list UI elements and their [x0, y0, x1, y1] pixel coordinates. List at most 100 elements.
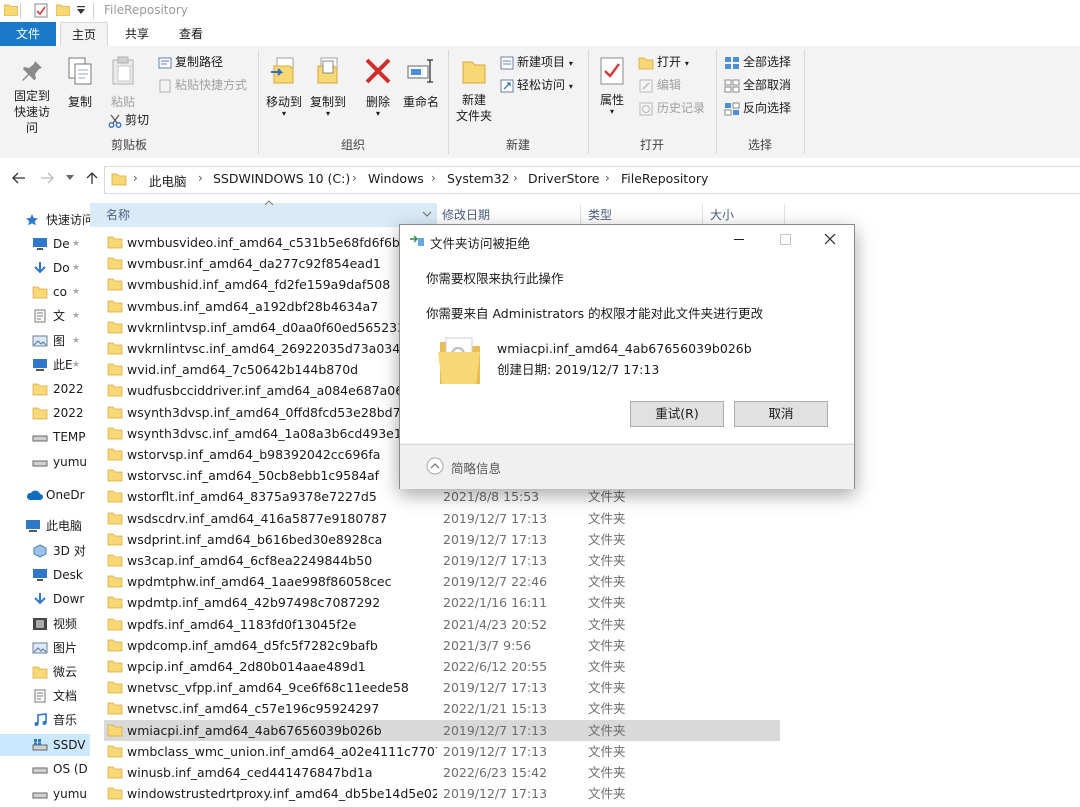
- breadcrumb-system32[interactable]: System32: [447, 171, 510, 186]
- copy-to-button[interactable]: 复制到 ▾: [306, 56, 350, 118]
- retry-button[interactable]: 重试(R): [630, 401, 724, 427]
- file-row[interactable]: windowstrustedrtproxy.inf_amd64_db5be14d…: [104, 783, 780, 804]
- tab-file[interactable]: 文件: [0, 22, 56, 46]
- nav-item[interactable]: De ★: [0, 233, 90, 255]
- column-dropdown-icon[interactable]: [422, 211, 432, 217]
- file-row[interactable]: wpdmtp.inf_amd64_42b97498c7087292 2022/1/…: [104, 592, 780, 613]
- breadcrumb-c-drive[interactable]: SSDWINDOWS 10 (C:): [213, 171, 350, 186]
- file-row[interactable]: wsdscdrv.inf_amd64_416a5877e9180787 2019/…: [104, 508, 780, 529]
- file-row[interactable]: winusb.inf_amd64_ced441476847bd1a 2022/6/…: [104, 762, 780, 783]
- properties-button[interactable]: 属性 ▾: [592, 56, 632, 116]
- column-size[interactable]: 大小: [710, 204, 734, 226]
- select-all-button[interactable]: 全部选择: [724, 52, 791, 72]
- nav-item[interactable]: 此电脑: [0, 515, 90, 537]
- nav-item[interactable]: 快速访问: [0, 210, 90, 231]
- nav-item[interactable]: 音乐: [0, 709, 90, 731]
- breadcrumb-filerepository[interactable]: FileRepository: [621, 171, 708, 186]
- nav-item[interactable]: OS (D: [0, 758, 90, 780]
- nav-item-label: 3D 对: [53, 544, 86, 558]
- folder-icon: [107, 320, 123, 334]
- file-row[interactable]: wmbclass_wmc_union.inf_amd64_a02e4111c77…: [104, 741, 780, 762]
- recent-locations-icon[interactable]: [66, 175, 74, 181]
- move-to-icon: [269, 56, 299, 86]
- column-type[interactable]: 类型: [588, 204, 612, 226]
- nav-item[interactable]: 3D 对: [0, 540, 90, 562]
- nav-item[interactable]: OneDr: [0, 484, 90, 506]
- nav-item[interactable]: 图片: [0, 637, 90, 659]
- nav-item[interactable]: co ★: [0, 281, 90, 303]
- paste-shortcut-button[interactable]: 粘贴快捷方式: [158, 75, 247, 95]
- sort-ascending-icon: [264, 200, 274, 206]
- pin-quick-access-button[interactable]: 固定到快速访问: [4, 58, 60, 136]
- file-row[interactable]: wpdmtphw.inf_amd64_1aae998f86058cec 2019/…: [104, 571, 780, 592]
- pin-icon: ★: [72, 336, 81, 346]
- move-to-button[interactable]: 移动到 ▾: [262, 56, 306, 118]
- breadcrumb-this-pc[interactable]: 此电脑: [149, 171, 187, 190]
- tab-share[interactable]: 共享: [114, 22, 160, 46]
- new-folder-button[interactable]: 新建 文件夹: [452, 56, 496, 124]
- file-row[interactable]: wpcip.inf_amd64_2d80b014aae489d1 2022/6/1…: [104, 656, 780, 677]
- details-toggle[interactable]: 简略信息: [451, 458, 501, 477]
- file-row[interactable]: wpdfs.inf_amd64_1183fd0f13045f2e 2021/4/2…: [104, 614, 780, 635]
- new-folder-quick-icon[interactable]: [56, 4, 70, 16]
- cancel-button[interactable]: 取消: [734, 401, 828, 427]
- edit-button[interactable]: 编辑: [638, 75, 681, 95]
- close-icon[interactable]: [824, 233, 836, 245]
- minimize-icon[interactable]: [734, 239, 744, 240]
- file-row[interactable]: wmiacpi.inf_amd64_4ab67656039b026b 2019/1…: [104, 719, 780, 741]
- nav-item[interactable]: 此E ★: [0, 354, 90, 376]
- properties-quick-icon[interactable]: [34, 3, 48, 18]
- nav-item[interactable]: Dowr: [0, 588, 90, 610]
- file-row[interactable]: wpdcomp.inf_amd64_d5fc5f7282c9bafb 2021/3…: [104, 635, 780, 656]
- collapse-details-icon[interactable]: [426, 457, 444, 475]
- nav-item[interactable]: yumu: [0, 783, 90, 805]
- rename-button[interactable]: 重命名: [398, 56, 444, 110]
- nav-item[interactable]: 2022: [0, 402, 90, 424]
- invert-selection-button[interactable]: 反向选择: [724, 98, 791, 118]
- file-row[interactable]: wsdprint.inf_amd64_b616bed30e8928ca 2019/…: [104, 529, 780, 550]
- cut-button[interactable]: 剪切: [108, 110, 149, 130]
- new-item-button[interactable]: 新建项目 ▾: [500, 52, 573, 72]
- select-none-button[interactable]: 全部取消: [724, 75, 791, 95]
- copy-button[interactable]: 复制: [62, 56, 98, 110]
- back-arrow-icon[interactable]: [12, 172, 26, 184]
- paste-button[interactable]: 粘贴: [104, 56, 142, 110]
- nav-item[interactable]: 图 ★: [0, 330, 90, 352]
- delete-button[interactable]: 删除 ▾: [358, 56, 398, 118]
- tab-view[interactable]: 查看: [168, 22, 214, 46]
- nav-item[interactable]: 文 ★: [0, 305, 90, 327]
- nav-item[interactable]: yumu: [0, 451, 90, 473]
- file-row[interactable]: wnetvsc.inf_amd64_c57e196c95924297 2022/1…: [104, 698, 780, 719]
- file-row[interactable]: wstorflt.inf_amd64_8375a9378e7227d5 2021/…: [104, 486, 780, 507]
- column-modified[interactable]: 修改日期: [442, 204, 490, 226]
- file-row[interactable]: ws3cap.inf_amd64_6cf8ea2249844b50 2019/12…: [104, 550, 780, 571]
- nav-item[interactable]: SSDV: [0, 734, 90, 756]
- select-all-icon: [724, 56, 740, 70]
- name-column-header[interactable]: [90, 203, 436, 227]
- copy-icon: [66, 56, 94, 86]
- breadcrumb-windows[interactable]: Windows: [368, 171, 424, 186]
- nav-item[interactable]: Do ★: [0, 257, 90, 279]
- nav-item[interactable]: 文档: [0, 685, 90, 707]
- nav-item[interactable]: TEMP: [0, 426, 90, 448]
- nav-item[interactable]: 微云: [0, 661, 90, 683]
- file-name: ws3cap.inf_amd64_6cf8ea2249844b50: [127, 553, 373, 568]
- customize-quick-access-icon[interactable]: [76, 5, 86, 15]
- file-row[interactable]: wnetvsc_vfpp.inf_amd64_9ce6f68c11eede58 2…: [104, 677, 780, 698]
- copy-path-button[interactable]: 复制路径: [158, 52, 223, 72]
- nav-item[interactable]: 视频: [0, 613, 90, 635]
- breadcrumb-driverstore[interactable]: DriverStore: [528, 171, 600, 186]
- forward-arrow-icon[interactable]: [40, 172, 54, 184]
- drive-icon: [32, 762, 48, 776]
- nav-item[interactable]: 2022: [0, 378, 90, 400]
- dialog-created-date: 创建日期: 2019/12/7 17:13: [497, 362, 660, 377]
- easy-access-button[interactable]: 轻松访问 ▾: [500, 75, 573, 95]
- nav-item-label: Desk: [53, 568, 83, 582]
- up-arrow-icon[interactable]: [86, 171, 98, 185]
- address-bar[interactable]: › 此电脑 › SSDWINDOWS 10 (C:) › Windows › S…: [104, 166, 1080, 194]
- navigation-pane: 快速访问 De ★ Do ★ co ★ 文 ★ 图 ★ 此E ★ 2022 2022 TEMP yumu OneD…: [0, 210, 90, 807]
- open-button[interactable]: 打开 ▾: [638, 52, 689, 72]
- nav-item[interactable]: Desk: [0, 564, 90, 586]
- history-button[interactable]: 历史记录: [638, 98, 705, 118]
- tab-home[interactable]: 主页: [60, 22, 108, 48]
